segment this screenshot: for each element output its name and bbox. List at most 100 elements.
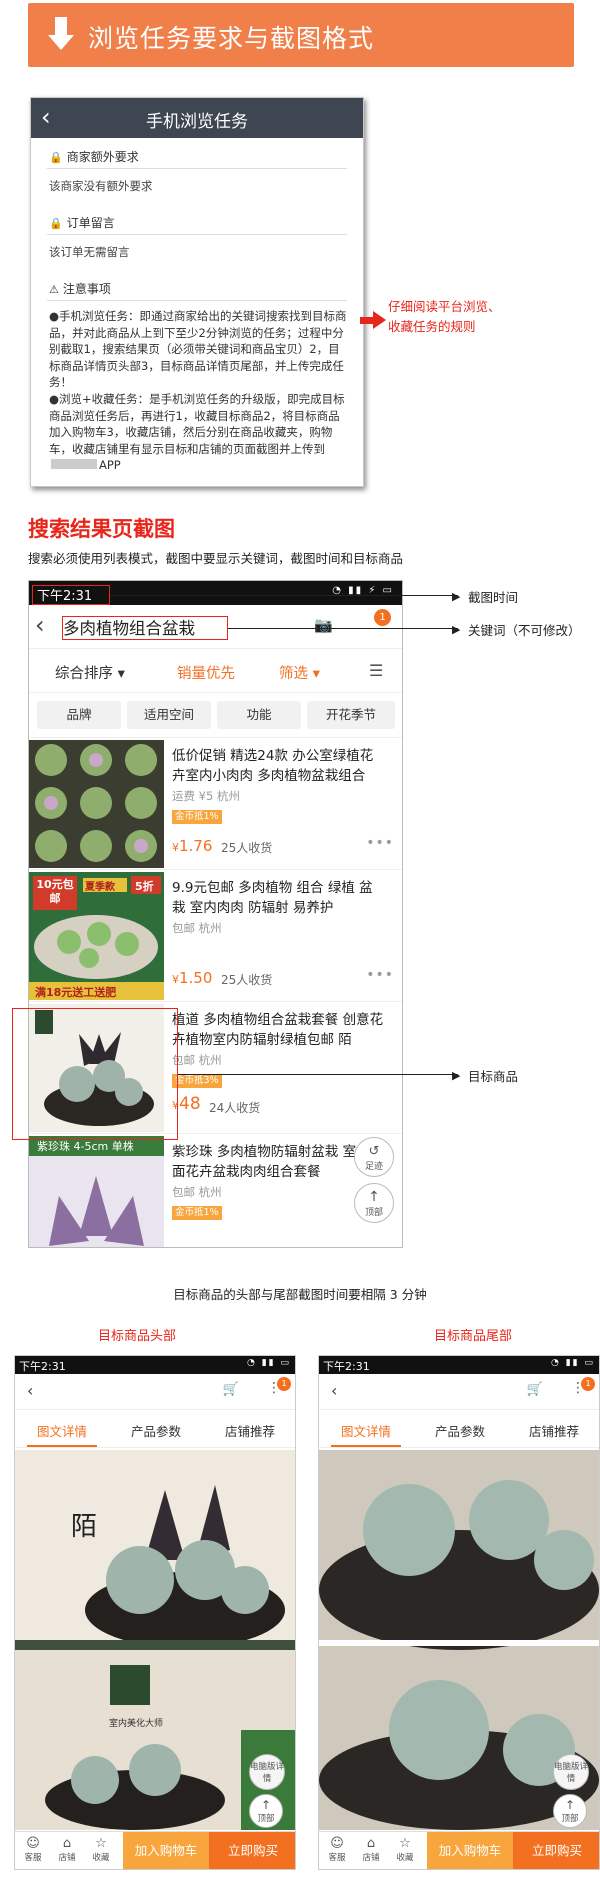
filter-brand[interactable]: 品牌: [37, 701, 121, 729]
divider: [47, 300, 347, 301]
tab-store[interactable]: 店铺推荐: [507, 1421, 599, 1440]
section-heading: 搜索结果页截图: [28, 517, 175, 541]
notification-badge: 1: [581, 1377, 595, 1391]
buy-now-button[interactable]: 立即购买: [513, 1832, 599, 1869]
star-icon: ☆: [95, 1836, 107, 1851]
promo-tag: 夏季款: [85, 882, 115, 893]
sold-count: 25人收货: [221, 841, 273, 855]
filter-chips: 品牌 适用空间 功能 开花季节: [29, 693, 402, 737]
back-to-top-button[interactable]: ↑ 顶部: [249, 1794, 283, 1828]
target-pointer-line: [178, 1074, 458, 1075]
time-annotation: 截图时间: [468, 590, 519, 605]
product-title[interactable]: 紫珍珠 多肉植物防辐射盆栽 室内桌面花卉盆栽肉肉组合套餐: [172, 1142, 384, 1182]
up-arrow-icon: ↑: [564, 1798, 576, 1812]
task-title: 手机浏览任务: [146, 112, 248, 132]
lock-icon: 🔒: [49, 151, 63, 164]
coin-badge: 金币抵1%: [172, 810, 222, 824]
product-title[interactable]: 低价促销 精选24款 办公室绿植花卉室内小肉肉 多肉植物盆栽组合: [172, 746, 384, 786]
more-icon[interactable]: •••: [366, 967, 394, 983]
tab-params[interactable]: 产品参数: [413, 1421, 507, 1440]
header-banner: 浏览任务要求与截图格式: [28, 3, 574, 67]
store-icon: ⌂: [366, 1836, 376, 1851]
tab-params[interactable]: 产品参数: [109, 1421, 203, 1440]
filter-space[interactable]: 适用空间: [127, 701, 211, 729]
sort-bar: 综合排序 ▾ 销量优先 筛选 ▾ ☰: [29, 649, 402, 693]
order-message-body: 该订单无需留言: [49, 245, 130, 259]
chat-icon: ☺: [26, 1836, 40, 1851]
poster-character: 陌: [71, 1512, 98, 1542]
product-item[interactable]: 10元包邮 夏季款 5折 满18元送工送肥 9.9元包邮 多肉植物 组合 绿植 …: [29, 869, 402, 1001]
tab-detail[interactable]: 图文详情: [15, 1421, 109, 1440]
tab-store[interactable]: 店铺推荐: [203, 1421, 295, 1440]
back-icon[interactable]: ‹: [27, 1381, 33, 1400]
arrow-head-icon: ▶: [452, 1069, 461, 1082]
product-price: ¥1.76: [172, 837, 213, 855]
tail-screenshot-title: 目标商品尾部: [434, 1329, 513, 1344]
back-icon[interactable]: ‹: [331, 1381, 337, 1400]
buy-now-button[interactable]: 立即购买: [209, 1832, 295, 1869]
product-image-label: 紫珍珠 4-5cm 单株: [37, 1140, 134, 1153]
merchant-requirement-title: 🔒 商家额外要求: [49, 150, 139, 164]
search-results-phone: 下午2:31 ◔ ▮▮ ⚡ ▭ ‹ 多肉植物组合盆栽 📷 1 综合排序 ▾ 销量…: [28, 580, 403, 1248]
customer-service-button[interactable]: ☺ 客服: [323, 1836, 351, 1863]
notes-body: ●手机浏览任务：即通过商家给出的关键词搜索找到目标商品，并对此商品从上到下至少2…: [49, 309, 347, 473]
product-price: ¥1.50: [172, 969, 213, 987]
sort-sales[interactable]: 销量优先: [177, 662, 235, 683]
tab-detail[interactable]: 图文详情: [319, 1421, 413, 1440]
banner-title: 浏览任务要求与截图格式: [88, 24, 375, 53]
product-item[interactable]: 低价促销 精选24款 办公室绿植花卉室内小肉肉 多肉植物盆栽组合 运费 ¥5 杭…: [29, 737, 402, 869]
detail-tabs: 图文详情 产品参数 店铺推荐: [15, 1410, 295, 1448]
footprint-button[interactable]: ↺ 足迹: [354, 1137, 394, 1177]
promo-bottom: 满18元送工送肥: [35, 986, 117, 999]
store-button[interactable]: ⌂ 店铺: [53, 1836, 81, 1863]
product-meta: 运费 ¥5 杭州: [172, 789, 240, 803]
filter-season[interactable]: 开花季节: [307, 701, 395, 729]
detail-phone-head: 下午2:31 ◔ ▮▮ ▭ ‹ 🛒 ⋮ 1 图文详情 产品参数 店铺推荐 陌 室内…: [14, 1355, 296, 1870]
product-item[interactable]: 紫珍珠 4-5cm 单株 紫珍珠 多肉植物防辐射盆栽 室内桌面花卉盆栽肉肉组合套…: [29, 1133, 402, 1247]
keyword-annotation: 关键词（不可修改）: [468, 623, 581, 638]
add-to-cart-button[interactable]: 加入购物车: [123, 1832, 209, 1869]
cart-icon[interactable]: 🛒: [223, 1382, 239, 1397]
order-message-title: 🔒 订单留言: [49, 216, 115, 230]
notes-title: ⚠ 注意事项: [49, 282, 111, 296]
favorite-button[interactable]: ☆ 收藏: [87, 1836, 115, 1863]
redacted-block: [51, 459, 97, 470]
back-to-top-button[interactable]: ↑ 顶部: [553, 1794, 587, 1828]
camera-icon[interactable]: 📷: [314, 616, 333, 634]
right-arrow-icon: [360, 311, 386, 329]
favorite-button[interactable]: ☆ 收藏: [391, 1836, 419, 1863]
arrow-head-icon: ▶: [452, 590, 461, 603]
back-icon[interactable]: ‹: [35, 611, 45, 639]
keyword-pointer-line: [228, 628, 458, 629]
product-title[interactable]: 植道 多肉植物组合盆栽套餐 创意花卉植物室内防辐射绿植包邮 陌: [172, 1010, 384, 1050]
keyword-highlight: [62, 616, 228, 640]
back-to-top-button[interactable]: ↑ 顶部: [354, 1183, 394, 1223]
divider: [47, 168, 347, 169]
product-title[interactable]: 9.9元包邮 多肉植物 组合 绿植 盆栽 室内肉肉 防辐射 易养护: [172, 878, 384, 918]
merchant-requirement-body: 该商家没有额外要求: [49, 179, 153, 193]
notification-badge: 1: [277, 1377, 291, 1391]
detail-nav: ‹ 🛒 ⋮ 1: [319, 1374, 599, 1410]
head-screenshot-title: 目标商品头部: [98, 1329, 177, 1344]
sort-filter[interactable]: 筛选 ▾: [279, 662, 320, 683]
list-mode-icon[interactable]: ☰: [369, 661, 383, 680]
pc-detail-button[interactable]: 电脑版详情: [553, 1754, 589, 1790]
more-icon[interactable]: •••: [366, 835, 394, 851]
filter-function[interactable]: 功能: [217, 701, 301, 729]
sort-comprehensive[interactable]: 综合排序 ▾: [55, 662, 125, 683]
up-arrow-icon: ↑: [368, 1189, 380, 1205]
pc-detail-button[interactable]: 电脑版详情: [249, 1754, 285, 1790]
cart-icon[interactable]: 🛒: [527, 1382, 543, 1397]
lock-icon: 🔒: [49, 217, 63, 230]
detail-tabs: 图文详情 产品参数 店铺推荐: [319, 1410, 599, 1448]
sold-count: 25人收货: [221, 973, 273, 987]
timing-note: 目标商品的头部与尾部截图时间要相隔 3 分钟: [173, 1287, 427, 1302]
notification-badge: 1: [374, 609, 391, 626]
section-description: 搜索必须使用列表模式，截图中要显示关键词，截图时间和目标商品: [28, 551, 404, 566]
store-button[interactable]: ⌂ 店铺: [357, 1836, 385, 1863]
customer-service-button[interactable]: ☺ 客服: [19, 1836, 47, 1863]
tab-underline: [27, 1445, 97, 1447]
target-highlight: [12, 1008, 178, 1140]
star-icon: ☆: [399, 1836, 411, 1851]
add-to-cart-button[interactable]: 加入购物车: [427, 1832, 513, 1869]
